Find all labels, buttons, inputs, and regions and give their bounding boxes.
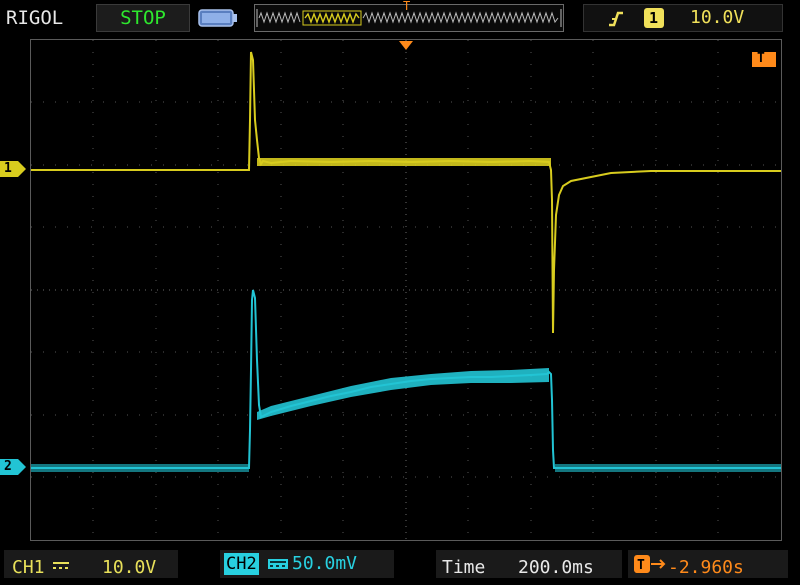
time-value: 200.0ms (518, 557, 594, 578)
run-status-indicator[interactable]: STOP (96, 4, 190, 32)
ch1-ground-marker[interactable]: 1 (0, 161, 18, 177)
dc-coupling-icon (268, 559, 288, 569)
ch1-label: CH1 (12, 557, 45, 578)
trigger-source-badge: 1 (644, 8, 664, 28)
bottom-status-bar: CH1 10.0V CH2 50.0mV Time 200.0ms T -2.9… (0, 546, 800, 585)
brand-logo: RIGOL (6, 7, 64, 29)
waveform-grid (31, 40, 781, 540)
ch1-marker-arrow (18, 161, 26, 177)
svg-text:T: T (637, 558, 645, 573)
trigger-level-value: 10.0V (690, 7, 745, 28)
trigger-level-marker[interactable]: T (752, 51, 776, 67)
trigger-position-icon: T (403, 0, 410, 12)
ch2-marker-arrow (18, 459, 26, 475)
offset-value: -2.960s (668, 557, 744, 578)
ch1-scale: 10.0V (102, 557, 157, 578)
ch2-ground-marker[interactable]: 2 (0, 459, 18, 475)
ch2-settings[interactable]: CH2 50.0mV (220, 550, 394, 578)
trigger-info[interactable]: 1 (583, 4, 783, 32)
status-bar: RIGOL STOP T 1 10.0V (0, 0, 800, 36)
battery-icon (198, 9, 237, 27)
rising-edge-icon (609, 11, 623, 27)
trigger-offset-icon: T (634, 555, 666, 573)
timebase-settings[interactable]: Time 200.0ms (436, 550, 622, 578)
trigger-time-marker[interactable] (398, 40, 414, 52)
svg-text:T: T (403, 0, 410, 12)
ch2-label: CH2 (224, 553, 259, 575)
waveform-display[interactable] (30, 39, 782, 541)
time-label: Time (442, 557, 486, 578)
horizontal-offset[interactable]: T -2.960s (628, 550, 788, 578)
ch1-settings[interactable]: CH1 10.0V (4, 550, 178, 578)
ch2-scale: 50.0mV (292, 553, 358, 574)
dc-coupling-icon (53, 562, 69, 569)
